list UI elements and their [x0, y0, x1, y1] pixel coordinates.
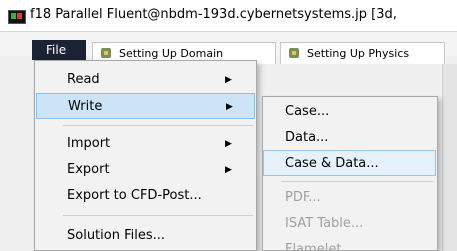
- menu-item-label: Export to CFD-Post...: [67, 188, 202, 203]
- menu-item-export[interactable]: Export ▶: [35, 157, 256, 183]
- submenu-item-label: ISAT Table...: [285, 216, 364, 231]
- menu-item-read[interactable]: Read ▶: [35, 67, 256, 93]
- menu-item-label: Write: [68, 99, 103, 114]
- submenu-item-pdf: PDF...: [263, 185, 437, 211]
- menu-item-label: Export: [67, 162, 110, 177]
- file-menu-button[interactable]: File: [32, 40, 86, 60]
- submenu-arrow-icon: ▶: [226, 102, 233, 112]
- submenu-item-label: Data...: [285, 130, 329, 145]
- menu-item-label: Import: [67, 136, 111, 151]
- setup-domain-icon: [99, 48, 113, 60]
- submenu-arrow-icon: ▶: [225, 75, 232, 85]
- background-panel: [442, 64, 457, 251]
- window-title: f18 Parallel Fluent@nbdm-193d.cybernetsy…: [30, 7, 397, 22]
- menu-item-export-to-cfd-post[interactable]: Export to CFD-Post...: [35, 183, 256, 209]
- menu-item-solution-files[interactable]: Solution Files...: [35, 223, 256, 249]
- submenu-item-label: Flamelet...: [285, 242, 354, 251]
- submenu-item-data[interactable]: Data...: [263, 125, 437, 151]
- submenu-arrow-icon: ▶: [225, 165, 232, 175]
- submenu-item-label: PDF...: [285, 190, 321, 205]
- menu-item-import[interactable]: Import ▶: [35, 131, 256, 157]
- menu-item-label: Solution Files...: [67, 228, 166, 243]
- tab-setting-up-physics[interactable]: Setting Up Physics: [280, 42, 445, 64]
- submenu-item-flamelet: Flamelet...: [263, 237, 437, 251]
- menu-separator: [63, 215, 253, 216]
- menu-separator: [63, 125, 253, 126]
- submenu-item-case-and-data[interactable]: Case & Data...: [263, 150, 436, 176]
- tab-label: Setting Up Physics: [307, 47, 410, 60]
- submenu-item-label: Case & Data...: [285, 156, 379, 171]
- submenu-item-case[interactable]: Case...: [263, 99, 437, 125]
- tab-label: Setting Up Domain: [119, 47, 224, 60]
- title-bar: f18 Parallel Fluent@nbdm-193d.cybernetsy…: [0, 0, 457, 32]
- setup-physics-icon: [287, 48, 301, 60]
- fluent-app-icon: [8, 10, 26, 24]
- menu-item-label: Read: [67, 72, 100, 87]
- submenu-item-label: Case...: [285, 104, 330, 119]
- menu-item-write[interactable]: Write ▶: [36, 93, 255, 119]
- submenu-item-isat-table: ISAT Table...: [263, 211, 437, 237]
- submenu-arrow-icon: ▶: [225, 139, 232, 149]
- write-submenu: Case... Data... Case & Data... PDF... IS…: [262, 96, 438, 251]
- submenu-separator: [281, 181, 433, 182]
- file-menu-dropdown: Read ▶ Write ▶ Import ▶ Export ▶ Export …: [34, 60, 257, 251]
